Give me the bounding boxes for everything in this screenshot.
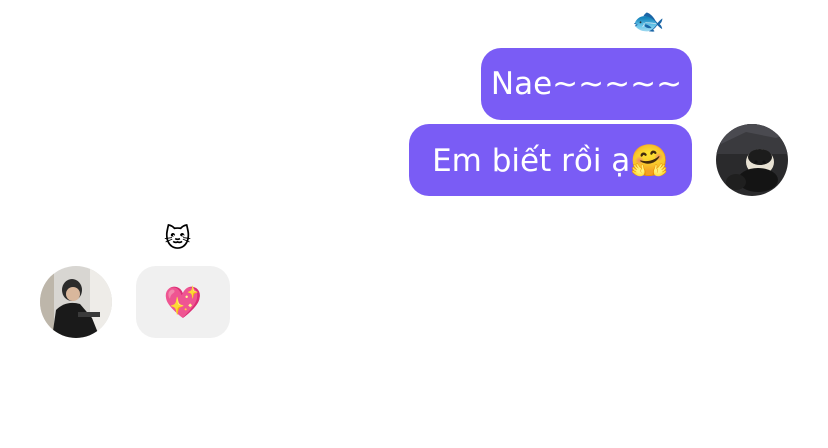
message-text: 💖 bbox=[163, 284, 203, 321]
avatar-photo-icon bbox=[716, 124, 788, 196]
cat-reaction-emoji[interactable]: 🐱 bbox=[164, 226, 191, 252]
message-text: Em biết rồi ạ🤗 bbox=[432, 142, 669, 179]
outgoing-message-bubble[interactable]: Em biết rồi ạ🤗 bbox=[409, 124, 692, 196]
contact-avatar[interactable] bbox=[40, 266, 112, 338]
incoming-message-bubble[interactable]: 💖 bbox=[136, 266, 230, 338]
sender-avatar[interactable] bbox=[716, 124, 788, 196]
fish-reaction-emoji[interactable]: 🐟 bbox=[632, 9, 664, 35]
chat-thread: 🐟 Nae~~~~~ Em biết rồi ạ🤗 🐱 💖 bbox=[0, 0, 828, 448]
message-text: Nae~~~~~ bbox=[490, 66, 683, 102]
avatar-photo-icon bbox=[40, 266, 112, 338]
outgoing-message-bubble[interactable]: Nae~~~~~ bbox=[481, 48, 692, 120]
